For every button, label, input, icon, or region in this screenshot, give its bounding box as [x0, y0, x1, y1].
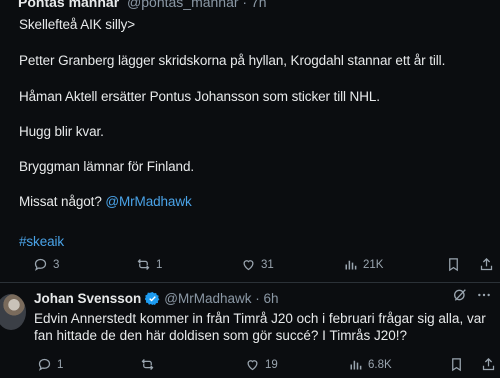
tweet2-top-icons — [452, 287, 492, 303]
tweet1-line-4: Hugg blir kvar. — [19, 124, 104, 139]
like-button[interactable]: 31 — [241, 257, 274, 272]
hashtag-link[interactable]: #skeaik — [19, 234, 64, 249]
bookmark-button[interactable] — [449, 357, 464, 372]
bookmark-button[interactable] — [446, 257, 461, 272]
views-count: 21K — [363, 258, 384, 271]
views-count: 6.8K — [368, 358, 392, 371]
like-icon — [247, 360, 258, 371]
like-icon — [243, 260, 254, 271]
tweet-divider — [0, 282, 500, 283]
tweet1-actions: 3 1 31 21K — [0, 257, 500, 277]
share-icon — [480, 257, 493, 271]
reply-button[interactable]: 1 — [37, 357, 63, 372]
share-button[interactable] — [479, 257, 494, 272]
verified-icon — [145, 291, 160, 306]
reply-button[interactable]: 3 — [33, 257, 59, 272]
bookmark-icon — [449, 258, 458, 272]
tweet1-line-6: Missat något? @MrMadhawk — [19, 194, 192, 209]
tweet1-header: Pontas mannar @pontas_mannar · 7h — [18, 0, 267, 10]
tweet2-author-name[interactable]: Johan Svensson — [34, 291, 141, 306]
reply-count: 1 — [57, 358, 64, 371]
tweet2-author-handle[interactable]: @MrMadhawk · 6h — [164, 291, 278, 306]
tweet2-text: Edvin Annerstedt kommer in från Timrå J2… — [34, 311, 486, 343]
tweet2-header: Johan Svensson @MrMadhawk · 6h — [34, 291, 279, 306]
repost-count: 1 — [156, 258, 163, 271]
tweet1-line-5: Bryggman lämnar för Finland. — [19, 159, 195, 174]
tweet2-actions: 1 19 6.8K — [0, 357, 500, 377]
reply-icon — [38, 358, 51, 371]
share-icon — [482, 357, 495, 371]
tweet1-author-handle[interactable]: @pontas_mannar · 7h — [127, 0, 267, 10]
tweet1-line-1: Skellefteå AIK silly> — [19, 17, 136, 32]
repost-icon — [137, 259, 150, 270]
reply-icon — [34, 258, 47, 271]
repost-icon — [141, 359, 154, 370]
tweet1-author-name[interactable]: Pontas mannar — [18, 0, 119, 10]
reply-count: 3 — [53, 258, 60, 271]
tweet1-line-3: Håman Aktell ersätter Pontus Johansson s… — [19, 89, 380, 104]
views-button[interactable]: 21K — [343, 257, 383, 272]
share-button[interactable] — [481, 357, 496, 372]
mention-link[interactable]: @MrMadhawk — [105, 194, 191, 209]
tweet1-line-6-text: Missat något? — [19, 194, 102, 209]
repost-button[interactable] — [140, 357, 160, 372]
like-count: 31 — [261, 258, 274, 271]
grok-icon[interactable] — [452, 287, 468, 303]
views-button[interactable]: 6.8K — [348, 357, 392, 372]
avatar[interactable] — [0, 294, 26, 330]
more-icon[interactable] — [476, 287, 492, 303]
views-icon — [345, 260, 357, 270]
bookmark-icon — [452, 358, 461, 372]
tweet1-line-2: Petter Granberg lägger skridskorna på hy… — [19, 53, 446, 68]
like-button[interactable]: 19 — [245, 357, 278, 372]
repost-button[interactable]: 1 — [136, 257, 162, 272]
views-icon — [350, 360, 362, 370]
like-count: 19 — [265, 358, 278, 371]
